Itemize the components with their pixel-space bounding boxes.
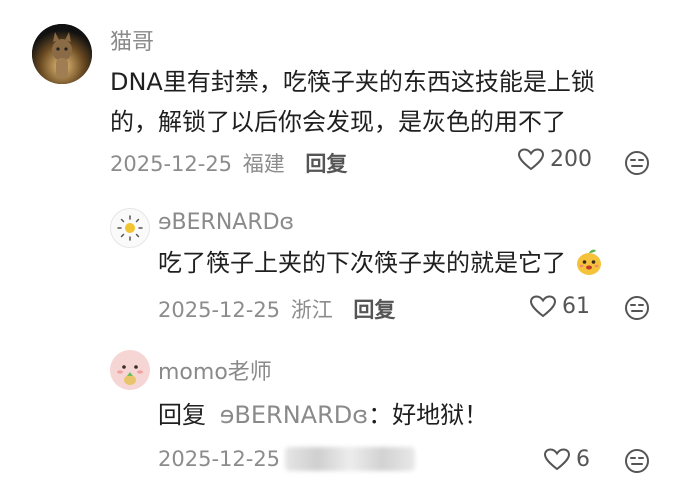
- dislike-button[interactable]: [624, 448, 650, 478]
- heart-outline-icon: [530, 294, 556, 317]
- blurred-watermark: [285, 447, 415, 471]
- comment-username[interactable]: ɘBERNARDɞ: [158, 210, 294, 235]
- comment-text: DNA里有封禁，吃筷子夹的东西这技能是上锁 的，解锁了以后你会发现，是灰色的用不…: [110, 62, 670, 142]
- comment-date: 2025-12-25: [158, 447, 281, 471]
- comment-username[interactable]: 猫哥: [110, 24, 154, 56]
- sun-avatar-image: [117, 215, 143, 241]
- comment-text-line: 吃了筷子上夹的下次筷子夹的就是它了: [158, 249, 566, 277]
- dislike-button[interactable]: [624, 150, 650, 180]
- avatar-maoge[interactable]: [32, 24, 92, 84]
- like-button[interactable]: 61: [530, 294, 590, 319]
- dislike-face-icon: [625, 151, 649, 175]
- dislike-face-icon: [625, 296, 649, 320]
- comment-text: 吃了筷子上夹的下次筷子夹的就是它了: [158, 243, 604, 283]
- comment-text-line: 的，解锁了以后你会发现，是灰色的用不了: [110, 108, 566, 136]
- comment-date: 2025-12-25: [110, 152, 233, 176]
- comment-date: 2025-12-25: [158, 298, 281, 322]
- comment-location: 福建: [242, 152, 285, 176]
- reply-button[interactable]: 回复: [353, 298, 395, 322]
- dislike-face-icon: [625, 449, 649, 473]
- mango-emoji-icon: [576, 249, 601, 275]
- heart-outline-icon: [544, 447, 570, 470]
- like-count: 61: [562, 294, 590, 319]
- comment-location: 浙江: [290, 298, 333, 322]
- cat-avatar-image: [32, 24, 92, 84]
- avatar-bernard[interactable]: [110, 208, 150, 248]
- dislike-button[interactable]: [624, 295, 650, 325]
- comment-text-line: DNA里有封禁，吃筷子夹的东西这技能是上锁: [110, 68, 595, 96]
- avatar-momo[interactable]: [110, 350, 150, 390]
- comment-text: 回复 ɘBERNARDɞ：好地狱！: [158, 395, 488, 435]
- comment-meta: 2025-12-25: [158, 447, 280, 471]
- comment-meta: 2025-12-25 福建 回复: [110, 148, 347, 178]
- like-button[interactable]: 200: [518, 147, 592, 172]
- reply-text: ：好地狱！: [368, 401, 489, 429]
- reply-button[interactable]: 回复: [305, 152, 347, 176]
- reply-prefix: 回复: [158, 401, 206, 429]
- comment-username[interactable]: momo老师: [158, 354, 272, 386]
- like-button[interactable]: 6: [544, 447, 590, 472]
- reply-to-username[interactable]: ɘBERNARDɞ: [220, 401, 369, 429]
- comment-meta: 2025-12-25 浙江 回复: [158, 294, 395, 324]
- heart-outline-icon: [518, 147, 544, 170]
- like-count: 6: [576, 447, 590, 472]
- like-count: 200: [550, 147, 592, 172]
- pink-avatar-image: [110, 350, 150, 390]
